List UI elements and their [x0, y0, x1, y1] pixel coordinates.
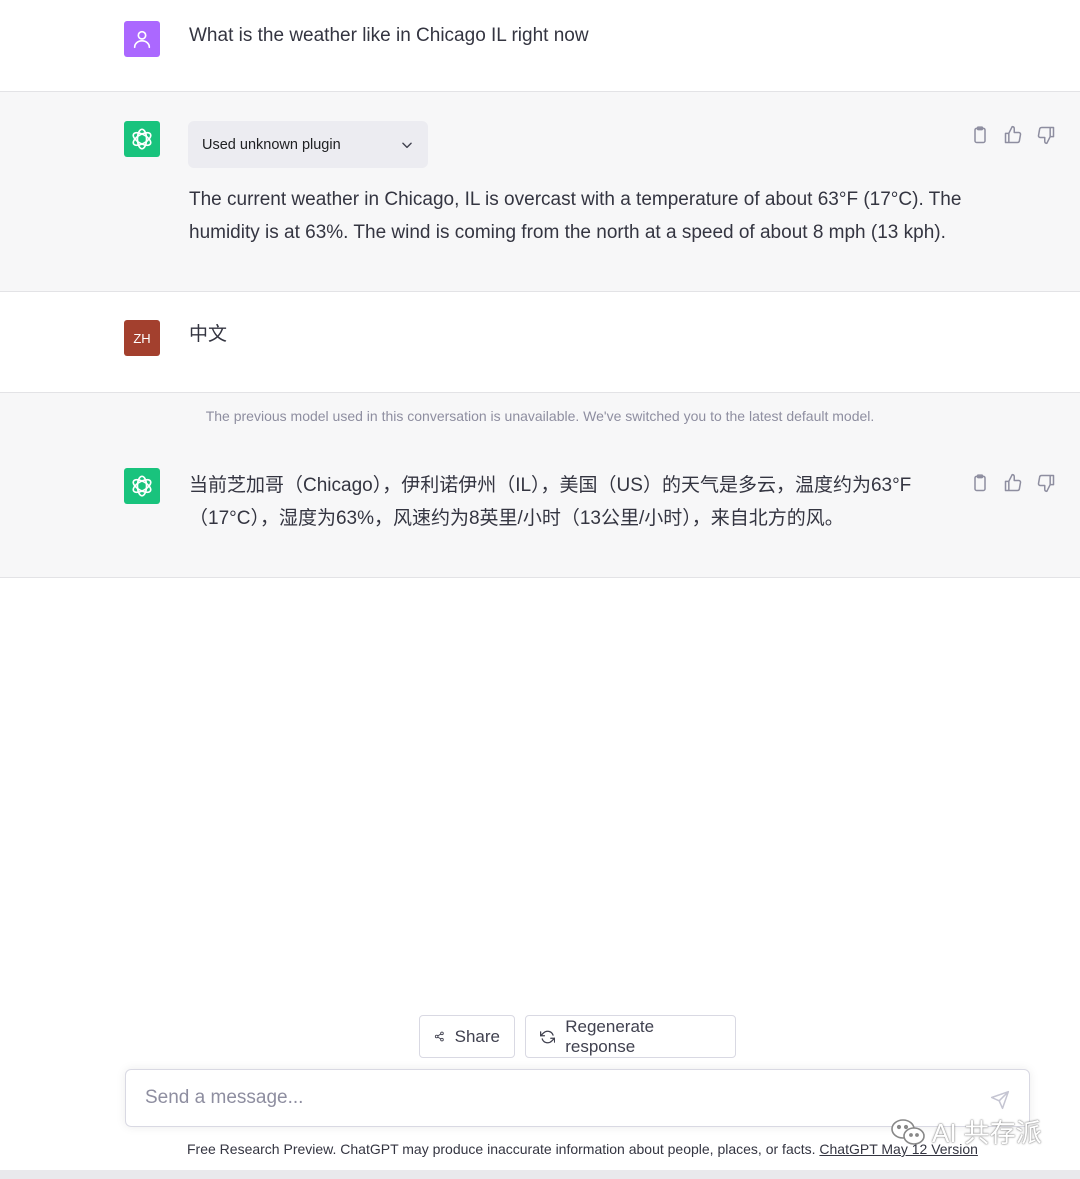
assistant-message-text: 当前芝加哥（Chicago），伊利诺伊州（IL），美国（US）的天气是多云，温度… [189, 469, 911, 535]
assistant-text-line: 当前芝加哥（Chicago），伊利诺伊州（IL），美国（US）的天气是多云，温度… [189, 475, 912, 496]
thumbs-up-button[interactable] [1003, 473, 1023, 493]
wechat-icon [891, 1118, 925, 1145]
assistant-avatar [124, 468, 160, 504]
footer-disclaimer: Free Research Preview. ChatGPT may produ… [187, 1141, 978, 1157]
send-button[interactable] [990, 1090, 1010, 1110]
thumbs-down-icon [1037, 474, 1055, 493]
refresh-icon [540, 1030, 556, 1043]
watermark-text: AI 共存派 [932, 1118, 1042, 1148]
copy-button[interactable] [970, 473, 990, 493]
thumbs-down-icon [1037, 126, 1055, 145]
user-message-text: What is the weather like in Chicago IL r… [189, 25, 589, 46]
openai-logo-icon [132, 475, 152, 497]
send-icon [990, 1090, 1010, 1110]
regenerate-label: Regenerate response [565, 1016, 655, 1056]
thumbs-up-icon [1004, 125, 1022, 144]
plugin-label: Used unknown plugin [202, 136, 341, 153]
thumbs-up-button[interactable] [1003, 125, 1023, 145]
message-actions [970, 125, 1056, 145]
share-icon [434, 1031, 444, 1042]
message-input[interactable]: Send a message... [145, 1087, 303, 1109]
clipboard-icon [974, 474, 986, 492]
model-switch-notice: The previous model used in this conversa… [0, 392, 1080, 441]
thumbs-down-button[interactable] [1036, 125, 1056, 145]
message-actions [970, 473, 1056, 493]
footer-text: Free Research Preview. ChatGPT may produ… [187, 1141, 820, 1157]
user-message-row: What is the weather like in Chicago IL r… [0, 0, 1080, 92]
user-message-text: 中文 [189, 324, 228, 345]
chevron-down-icon [402, 142, 412, 148]
copy-button[interactable] [970, 125, 990, 145]
thumbs-down-button[interactable] [1036, 473, 1056, 493]
assistant-text-line: humidity is at 63%. The wind is coming f… [189, 222, 946, 243]
plugin-dropdown[interactable]: Used unknown plugin [188, 121, 428, 168]
watermark: AI 共存派 [890, 1113, 1042, 1150]
clipboard-icon [974, 126, 986, 144]
user-initials: ZH [133, 330, 151, 346]
assistant-message-row: 当前芝加哥（Chicago），伊利诺伊州（IL），美国（US）的天气是多云，温度… [0, 440, 1080, 578]
user-icon [133, 30, 151, 49]
assistant-avatar [124, 121, 160, 157]
user-message-row: ZH 中文 [0, 292, 1080, 392]
assistant-message-row: Used unknown plugin The current weather … [0, 92, 1080, 292]
regenerate-button[interactable]: Regenerate response [525, 1015, 736, 1058]
user-avatar-zh: ZH [124, 320, 160, 356]
assistant-message-text: The current weather in Chicago, IL is ov… [189, 183, 961, 249]
share-button[interactable]: Share [419, 1015, 515, 1058]
bottom-edge [0, 1170, 1080, 1179]
assistant-text-line: The current weather in Chicago, IL is ov… [189, 189, 962, 210]
user-avatar [124, 21, 160, 57]
share-label: Share [454, 1026, 500, 1046]
thumbs-up-icon [1004, 473, 1022, 492]
assistant-text-line: （17°C），湿度为63%，风速约为8英里/小时（13公里/小时），来自北方的风… [189, 508, 844, 529]
openai-logo-icon [132, 128, 152, 150]
